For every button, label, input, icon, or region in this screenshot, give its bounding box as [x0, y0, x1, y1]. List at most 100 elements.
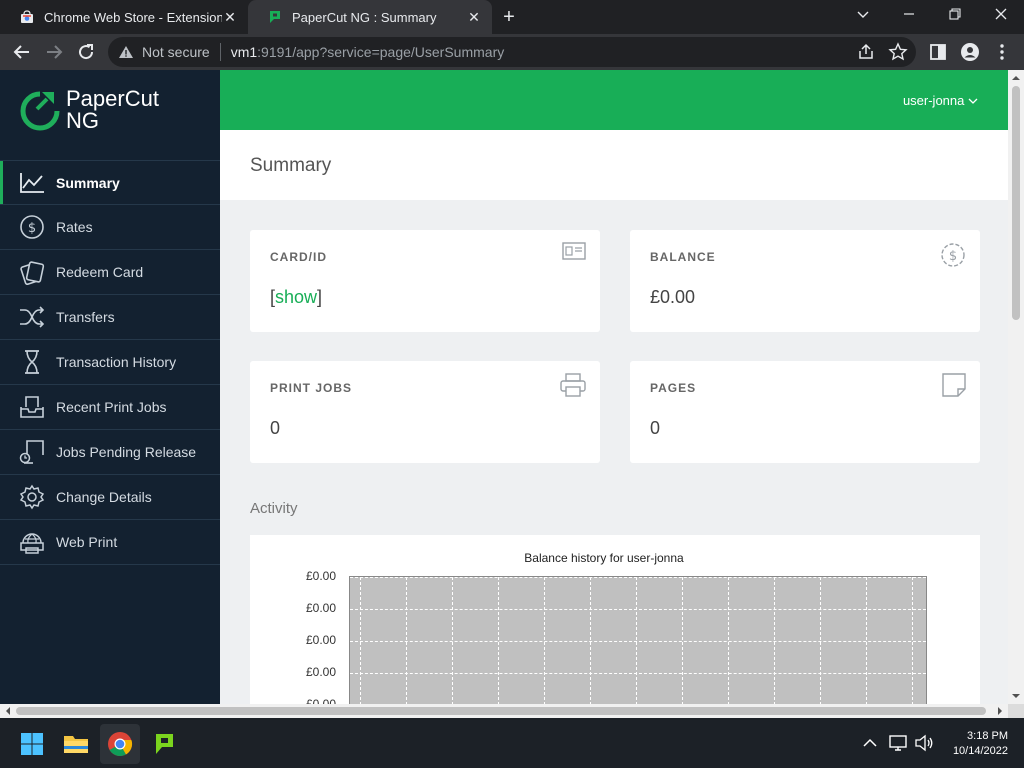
vertical-scrollbar[interactable] [1008, 70, 1024, 704]
start-button[interactable] [12, 724, 52, 764]
activity-heading: Activity [250, 500, 298, 517]
chevron-down-icon [968, 98, 978, 104]
tab-title: PaperCut NG : Summary [292, 9, 437, 25]
chart-icon [18, 169, 46, 197]
horizontal-scrollbar[interactable] [0, 704, 1008, 718]
tray-overflow-chevron-icon[interactable] [860, 733, 880, 753]
inbox-tray-icon [18, 393, 46, 421]
close-tab-icon[interactable]: ✕ [222, 9, 238, 26]
sidebar-item-web-print[interactable]: Web Print [0, 520, 220, 565]
svg-text:$: $ [949, 249, 957, 264]
windows-logo-icon [21, 733, 43, 755]
sidebar-item-rates[interactable]: $ Rates [0, 205, 220, 250]
grid-line-horizontal [350, 673, 926, 674]
papercut-logo[interactable]: PaperCut NG [20, 88, 159, 132]
address-bar[interactable]: Not secure vm1:9191/app?service=page/Use… [108, 37, 916, 67]
sidebar-item-label: Transfers [56, 309, 115, 325]
pages-value: 0 [650, 418, 661, 438]
shuffle-icon [18, 303, 46, 331]
pages-label: PAGES [650, 381, 697, 395]
sidebar-item-transaction-history[interactable]: Transaction History [0, 340, 220, 385]
sidebar-item-jobs-pending-release[interactable]: Jobs Pending Release [0, 430, 220, 475]
pages-panel: PAGES 0 [630, 361, 980, 463]
windows-taskbar: 3:18 PM 10/14/2022 [0, 718, 1024, 768]
vertical-scroll-thumb[interactable] [1012, 86, 1020, 320]
reload-icon[interactable] [74, 40, 98, 64]
balance-panel: BALANCE $ £0.00 [630, 230, 980, 332]
back-arrow-icon[interactable] [10, 40, 34, 64]
card-id-panel: CARD/ID [show] [250, 230, 600, 332]
y-tick-label: £0.00 [306, 633, 337, 647]
tab-search-icon[interactable] [840, 0, 886, 30]
grid-line-horizontal [350, 609, 926, 610]
close-tab-icon[interactable]: ✕ [466, 9, 482, 26]
sidebar-item-label: Redeem Card [56, 264, 144, 280]
top-header-bar: user-jonna [220, 70, 1008, 130]
sidebar-item-redeem-card[interactable]: Redeem Card [0, 250, 220, 295]
balance-history-chart: Balance history for user-jonna £0.00 £0.0… [250, 535, 980, 704]
y-tick-label: £0.00 [306, 601, 337, 615]
globe-printer-icon [18, 528, 46, 556]
grid-line-vertical [728, 577, 729, 704]
page-viewport: PaperCut NG Summary $ Rates Redeem Card … [0, 70, 1008, 704]
taskbar-papercut[interactable] [144, 724, 184, 764]
url-host: vm1 [230, 44, 258, 60]
network-icon[interactable] [888, 733, 908, 753]
card-id-label: CARD/ID [270, 250, 327, 264]
bracket-close: ] [317, 287, 323, 307]
close-window-button[interactable] [978, 0, 1024, 30]
taskbar-chrome[interactable] [100, 724, 140, 764]
sidebar-item-summary[interactable]: Summary [0, 160, 220, 205]
scroll-left-arrow-icon[interactable] [2, 704, 14, 718]
sidebar-item-recent-print-jobs[interactable]: Recent Print Jobs [0, 385, 220, 430]
show-card-id-link[interactable]: show [275, 287, 317, 307]
system-clock[interactable]: 3:18 PM 10/14/2022 [953, 729, 1008, 759]
scroll-right-arrow-icon[interactable] [994, 704, 1006, 718]
scroll-up-arrow-icon[interactable] [1008, 72, 1024, 84]
new-tab-button[interactable]: + [498, 6, 520, 28]
user-menu[interactable]: user-jonna [903, 93, 978, 108]
sidebar-item-label: Jobs Pending Release [56, 444, 197, 460]
printer-icon [560, 373, 586, 397]
sidebar-item-transfers[interactable]: Transfers [0, 295, 220, 340]
grid-line-vertical [682, 577, 683, 704]
restore-icon [949, 8, 961, 20]
papercut-logo-icon [20, 91, 60, 131]
sidebar-item-label: Change Details [56, 489, 152, 505]
sidebar-item-change-details[interactable]: Change Details [0, 475, 220, 520]
volume-icon[interactable] [914, 733, 934, 753]
y-tick-label: £0.00 [306, 569, 337, 583]
scroll-down-arrow-icon[interactable] [1008, 690, 1024, 702]
security-status-text[interactable]: Not secure [142, 44, 210, 60]
printer-clock-icon [18, 438, 46, 466]
tab-chrome-web-store[interactable]: Chrome Web Store - Extensions ✕ [0, 0, 248, 34]
sidebar: PaperCut NG Summary $ Rates Redeem Card … [0, 70, 220, 704]
card-id-value: [show] [270, 287, 322, 308]
profile-avatar-icon[interactable] [960, 42, 980, 62]
warning-triangle-icon[interactable] [118, 44, 134, 60]
taskbar-file-explorer[interactable] [56, 724, 96, 764]
horizontal-scroll-thumb[interactable] [16, 707, 986, 715]
chart-title: Balance history for user-jonna [524, 551, 684, 565]
minimize-button[interactable] [886, 0, 932, 30]
balance-label: BALANCE [650, 250, 716, 264]
restore-button[interactable] [932, 0, 978, 30]
logo-line-ng: NG [66, 108, 99, 133]
grid-line-vertical [590, 577, 591, 704]
tab-papercut-summary[interactable]: PaperCut NG : Summary ✕ [248, 0, 492, 34]
sidebar-item-label: Web Print [56, 534, 118, 550]
grid-line-vertical [636, 577, 637, 704]
more-menu-icon[interactable] [992, 42, 1012, 62]
grid-line-vertical [774, 577, 775, 704]
share-icon[interactable] [856, 42, 876, 62]
clock-date: 10/14/2022 [952, 745, 1008, 757]
address-separator [219, 43, 221, 61]
browser-tab-strip: Chrome Web Store - Extensions ✕ PaperCut… [0, 0, 1024, 34]
url-path: :9191/app?service=page/UserSummary [257, 44, 505, 60]
grid-line-vertical [866, 577, 867, 704]
page-icon [942, 373, 966, 397]
dollar-circle-icon: $ [941, 243, 965, 267]
bookmark-star-icon[interactable] [888, 42, 908, 62]
side-panel-icon[interactable] [928, 42, 948, 62]
forward-arrow-icon[interactable] [42, 40, 66, 64]
